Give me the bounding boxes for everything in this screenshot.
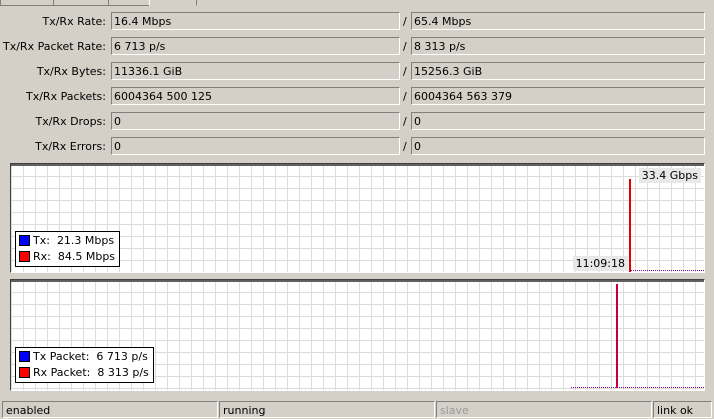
separator: / bbox=[403, 115, 407, 128]
stat-row-rate: Tx/Rx Rate: 16.4 Mbps / 65.4 Mbps bbox=[0, 12, 714, 32]
tx-packets-field[interactable]: 6004364 500 125 bbox=[111, 87, 400, 105]
rx-packet-color-swatch bbox=[19, 367, 30, 378]
legend-tx-packet: Tx Packet: 6 713 p/s bbox=[19, 349, 149, 365]
legend-rx-packet-label: Rx Packet: bbox=[33, 366, 91, 379]
tx-errors-field[interactable]: 0 bbox=[111, 137, 400, 155]
legend-rx-value: 84.5 Mbps bbox=[57, 250, 116, 263]
legend-tx-packet-label: Tx Packet: bbox=[33, 350, 90, 363]
status-link: link ok bbox=[653, 401, 712, 418]
drops-label: Tx/Rx Drops: bbox=[35, 115, 107, 128]
graph-time-label: 11:09:18 bbox=[572, 256, 628, 271]
stat-row-errors: Tx/Rx Errors: 0 / 0 bbox=[0, 137, 714, 157]
status-bar: enabled running slave link ok bbox=[0, 400, 714, 419]
stat-row-packet-rate: Tx/Rx Packet Rate: 6 713 p/s / 8 313 p/s bbox=[0, 37, 714, 57]
rx-errors-field[interactable]: 0 bbox=[411, 137, 705, 155]
rx-packets-field[interactable]: 6004364 563 379 bbox=[411, 87, 705, 105]
tx-color-swatch bbox=[19, 235, 30, 246]
tx-rate-field[interactable]: 16.4 Mbps bbox=[111, 12, 400, 30]
tx-drops-field[interactable]: 0 bbox=[111, 112, 400, 130]
stat-row-packets: Tx/Rx Packets: 6004364 500 125 / 6004364… bbox=[0, 87, 714, 107]
separator: / bbox=[403, 15, 407, 28]
tab-strip bbox=[0, 0, 714, 6]
tab-traffic[interactable] bbox=[149, 0, 197, 6]
packets-label: Tx/Rx Packets: bbox=[25, 90, 106, 103]
tab-2[interactable] bbox=[53, 0, 109, 6]
rx-drops-field[interactable]: 0 bbox=[411, 112, 705, 130]
legend-rx: Rx: 84.5 Mbps bbox=[19, 249, 115, 265]
tab-1[interactable] bbox=[0, 0, 54, 6]
packet-graph: Tx Packet: 6 713 p/s Rx Packet: 8 313 p/… bbox=[10, 279, 705, 391]
traffic-baseline bbox=[631, 270, 704, 271]
status-enabled: enabled bbox=[2, 401, 218, 418]
status-slave: slave bbox=[436, 401, 652, 418]
bytes-label: Tx/Rx Bytes: bbox=[36, 65, 106, 78]
stat-row-bytes: Tx/Rx Bytes: 11336.1 GiB / 15256.3 GiB bbox=[0, 62, 714, 82]
legend-tx: Tx: 21.3 Mbps bbox=[19, 233, 115, 249]
graph-top-border bbox=[11, 280, 704, 282]
separator: / bbox=[403, 40, 407, 53]
graph-top-border bbox=[11, 164, 704, 166]
rx-traffic-spike bbox=[629, 179, 631, 272]
legend-rx-packet: Rx Packet: 8 313 p/s bbox=[19, 365, 149, 381]
traffic-graph: 33.4 Gbps 11:09:18 Tx: 21.3 Mbps Rx: 84.… bbox=[10, 163, 705, 273]
traffic-legend: Tx: 21.3 Mbps Rx: 84.5 Mbps bbox=[15, 231, 121, 267]
rx-color-swatch bbox=[19, 251, 30, 262]
status-running: running bbox=[219, 401, 435, 418]
tab-3[interactable] bbox=[108, 0, 150, 6]
graph-max-label: 33.4 Gbps bbox=[638, 168, 701, 183]
rx-packet-rate-field[interactable]: 8 313 p/s bbox=[411, 37, 705, 55]
separator: / bbox=[403, 90, 407, 103]
legend-tx-packet-value: 6 713 p/s bbox=[96, 350, 148, 363]
stat-row-drops: Tx/Rx Drops: 0 / 0 bbox=[0, 112, 714, 132]
rate-label: Tx/Rx Rate: bbox=[42, 15, 106, 28]
tx-packet-color-swatch bbox=[19, 351, 30, 362]
rx-rate-field[interactable]: 65.4 Mbps bbox=[411, 12, 705, 30]
packet-baseline bbox=[571, 387, 704, 388]
tx-packet-rate-field[interactable]: 6 713 p/s bbox=[111, 37, 400, 55]
tx-bytes-field[interactable]: 11336.1 GiB bbox=[111, 62, 400, 80]
legend-tx-label: Tx: bbox=[33, 234, 50, 247]
rx-bytes-field[interactable]: 15256.3 GiB bbox=[411, 62, 705, 80]
packet-rate-label: Tx/Rx Packet Rate: bbox=[3, 40, 106, 53]
packet-legend: Tx Packet: 6 713 p/s Rx Packet: 8 313 p/… bbox=[15, 347, 154, 383]
separator: / bbox=[403, 65, 407, 78]
separator: / bbox=[403, 140, 407, 153]
packet-spike bbox=[616, 284, 618, 388]
errors-label: Tx/Rx Errors: bbox=[35, 140, 106, 153]
legend-rx-label: Rx: bbox=[33, 250, 51, 263]
legend-rx-packet-value: 8 313 p/s bbox=[97, 366, 149, 379]
legend-tx-value: 21.3 Mbps bbox=[56, 234, 115, 247]
